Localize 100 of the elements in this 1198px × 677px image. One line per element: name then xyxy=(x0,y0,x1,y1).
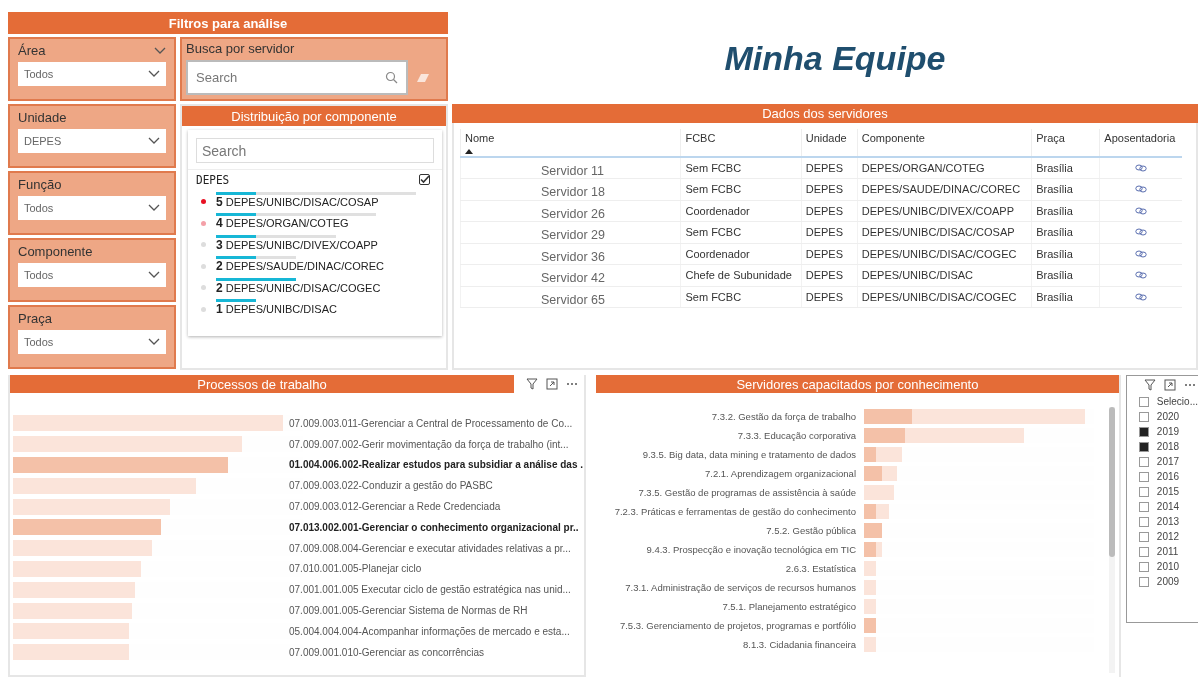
process-label: 07.009.001.005-Gerenciar Sistema de Normas de RH xyxy=(289,605,528,617)
chevron-icon[interactable] xyxy=(148,338,160,346)
item-label[interactable]: DEPES/ORGAN/COTEG xyxy=(225,217,349,229)
item-count: 1 xyxy=(216,302,223,316)
light-bar-segment[interactable] xyxy=(875,542,883,557)
table-cell: Sem FCBC xyxy=(680,221,802,243)
checkbox[interactable] xyxy=(1138,426,1149,437)
checkbox[interactable] xyxy=(1138,561,1149,572)
year-label: 2014 xyxy=(1156,501,1180,512)
name-cell: Servidor 29 xyxy=(460,221,681,243)
more-options-icon[interactable] xyxy=(566,382,578,386)
column-header[interactable]: FCBC xyxy=(680,129,802,157)
checkbox[interactable] xyxy=(1138,501,1149,512)
table-cell: DEPES/UNIBC/DISAC/COSAP xyxy=(857,221,1032,243)
slicer-search-field[interactable]: Search xyxy=(196,138,434,163)
chevron-icon[interactable] xyxy=(148,271,160,279)
scrollbar[interactable] xyxy=(1108,407,1115,673)
checkbox[interactable] xyxy=(1138,411,1149,422)
link-icon[interactable] xyxy=(1135,271,1148,280)
item-label[interactable]: DEPES/UNIBC/DIVEX/COAPP xyxy=(225,238,378,251)
column-header[interactable]: Praça xyxy=(1031,129,1100,157)
table-cell: Coordenador xyxy=(680,243,802,265)
process-label: 07.009.003.022-Conduzir a gestão do PASBC xyxy=(289,480,493,492)
checkbox[interactable] xyxy=(1138,486,1149,497)
filter-icon[interactable] xyxy=(526,378,538,390)
item-label[interactable]: DEPES/SAUDE/DINAC/COREC xyxy=(225,260,384,272)
chevron-icon[interactable] xyxy=(148,70,160,78)
checkbox[interactable] xyxy=(1138,456,1149,467)
table-cell: DEPES xyxy=(801,221,858,243)
checkbox-icon[interactable] xyxy=(419,174,430,185)
link-icon[interactable] xyxy=(1135,185,1148,194)
chevron-icon[interactable] xyxy=(148,137,160,145)
filter-dropdown[interactable]: Todos xyxy=(18,263,166,287)
table-cell: DEPES xyxy=(801,157,858,179)
table-cell: Brasília xyxy=(1031,178,1100,200)
knowledge-label: 7.2.1. Aprendizagem organizacional xyxy=(703,468,857,479)
search-field[interactable]: Search xyxy=(186,60,408,95)
table-cell: DEPES/UNIBC/DIVEX/COAPP xyxy=(857,200,1032,222)
table-cell: DEPES/UNIBC/DISAC/COGEC xyxy=(857,286,1032,308)
filter-icon[interactable] xyxy=(1144,379,1156,391)
filter-dropdown[interactable]: Todos xyxy=(18,330,166,354)
eraser-icon[interactable] xyxy=(416,72,430,83)
name-cell: Servidor 42 xyxy=(460,264,681,286)
knowledge-label: 9.3.5. Big data, data mining e tratamento de dados xyxy=(641,449,857,460)
knowledge-label: 7.5.2. Gestão pública xyxy=(765,525,857,536)
more-options-icon[interactable] xyxy=(1184,383,1196,387)
table-cell: DEPES/UNIBC/DISAC/COGEC xyxy=(857,243,1032,265)
checkbox[interactable] xyxy=(1138,471,1149,482)
knowledge-label: 8.1.3. Cidadania financeira xyxy=(741,639,857,650)
checkbox[interactable] xyxy=(1138,546,1149,557)
checkbox[interactable] xyxy=(1138,441,1149,452)
filter-label: Componente xyxy=(18,244,93,259)
year-label: 2012 xyxy=(1156,531,1180,542)
filter-dropdown[interactable]: Todos xyxy=(18,62,166,86)
link-icon[interactable] xyxy=(1135,228,1148,237)
process-label: 07.009.003.011-Gerenciar a Central de Processamento de Co... xyxy=(289,417,573,429)
group-label: DEPES xyxy=(196,172,230,187)
filter-label: Função xyxy=(18,177,62,192)
column-header[interactable]: Unidade xyxy=(801,129,858,157)
name-cell: Servidor 36 xyxy=(460,243,681,265)
column-header[interactable]: Aposentadoria xyxy=(1099,129,1182,157)
checkbox[interactable] xyxy=(1138,576,1149,587)
year-label: 2020 xyxy=(1156,411,1180,422)
table-cell: DEPES xyxy=(801,243,858,265)
focus-mode-icon[interactable] xyxy=(1164,379,1176,391)
item-count: 5 xyxy=(216,194,223,209)
filter-label: Praça xyxy=(18,311,52,326)
column-header[interactable]: Nome xyxy=(460,129,681,157)
filter-dropdown[interactable]: Todos xyxy=(18,196,166,220)
item-count: 2 xyxy=(216,259,223,273)
filter-dropdown[interactable]: DEPES xyxy=(18,129,166,153)
page-title: Minha Equipe xyxy=(723,37,947,79)
table-cell: Brasília xyxy=(1031,243,1100,265)
knowledge-label: 7.3.5. Gestão de programas de assistência à saúde xyxy=(637,487,857,498)
link-icon[interactable] xyxy=(1135,292,1148,301)
checkbox[interactable] xyxy=(1138,531,1149,542)
search-title: Busca por servidor xyxy=(186,41,296,56)
focus-mode-icon[interactable] xyxy=(546,378,558,390)
checkbox[interactable] xyxy=(1138,396,1149,407)
table-cell: Brasília xyxy=(1031,157,1100,179)
process-label: 07.001.001.005 Executar ciclo de gestão estratégica nas unid... xyxy=(289,584,571,596)
knowledge-label: 7.2.3. Práticas e ferramentas de gestão do conhecimento xyxy=(613,506,857,517)
checkbox[interactable] xyxy=(1138,516,1149,527)
link-icon[interactable] xyxy=(1135,249,1148,258)
process-label: 07.009.008.004-Gerenciar e executar atividades relativas a pr... xyxy=(289,542,571,554)
filter-label: Unidade xyxy=(18,110,67,125)
table-cell: Chefe de Subunidade xyxy=(680,264,802,286)
chevron-icon[interactable] xyxy=(148,204,160,212)
column-header[interactable]: Componente xyxy=(857,129,1032,157)
collapse-chevron-icon[interactable] xyxy=(154,46,166,55)
year-label: 2010 xyxy=(1156,561,1180,572)
item-label[interactable]: DEPES/UNIBC/DISAC xyxy=(225,303,337,315)
dark-bar-segment[interactable] xyxy=(864,523,883,538)
table-cell: Sem FCBC xyxy=(680,157,802,179)
item-label[interactable]: DEPES/UNIBC/DISAC/COSAP xyxy=(225,195,379,208)
item-label[interactable]: DEPES/UNIBC/DISAC/COGEC xyxy=(225,281,381,294)
process-bar[interactable] xyxy=(13,519,161,536)
name-cell: Servidor 26 xyxy=(460,200,681,222)
link-icon[interactable] xyxy=(1135,164,1148,172)
link-icon[interactable] xyxy=(1135,206,1148,215)
